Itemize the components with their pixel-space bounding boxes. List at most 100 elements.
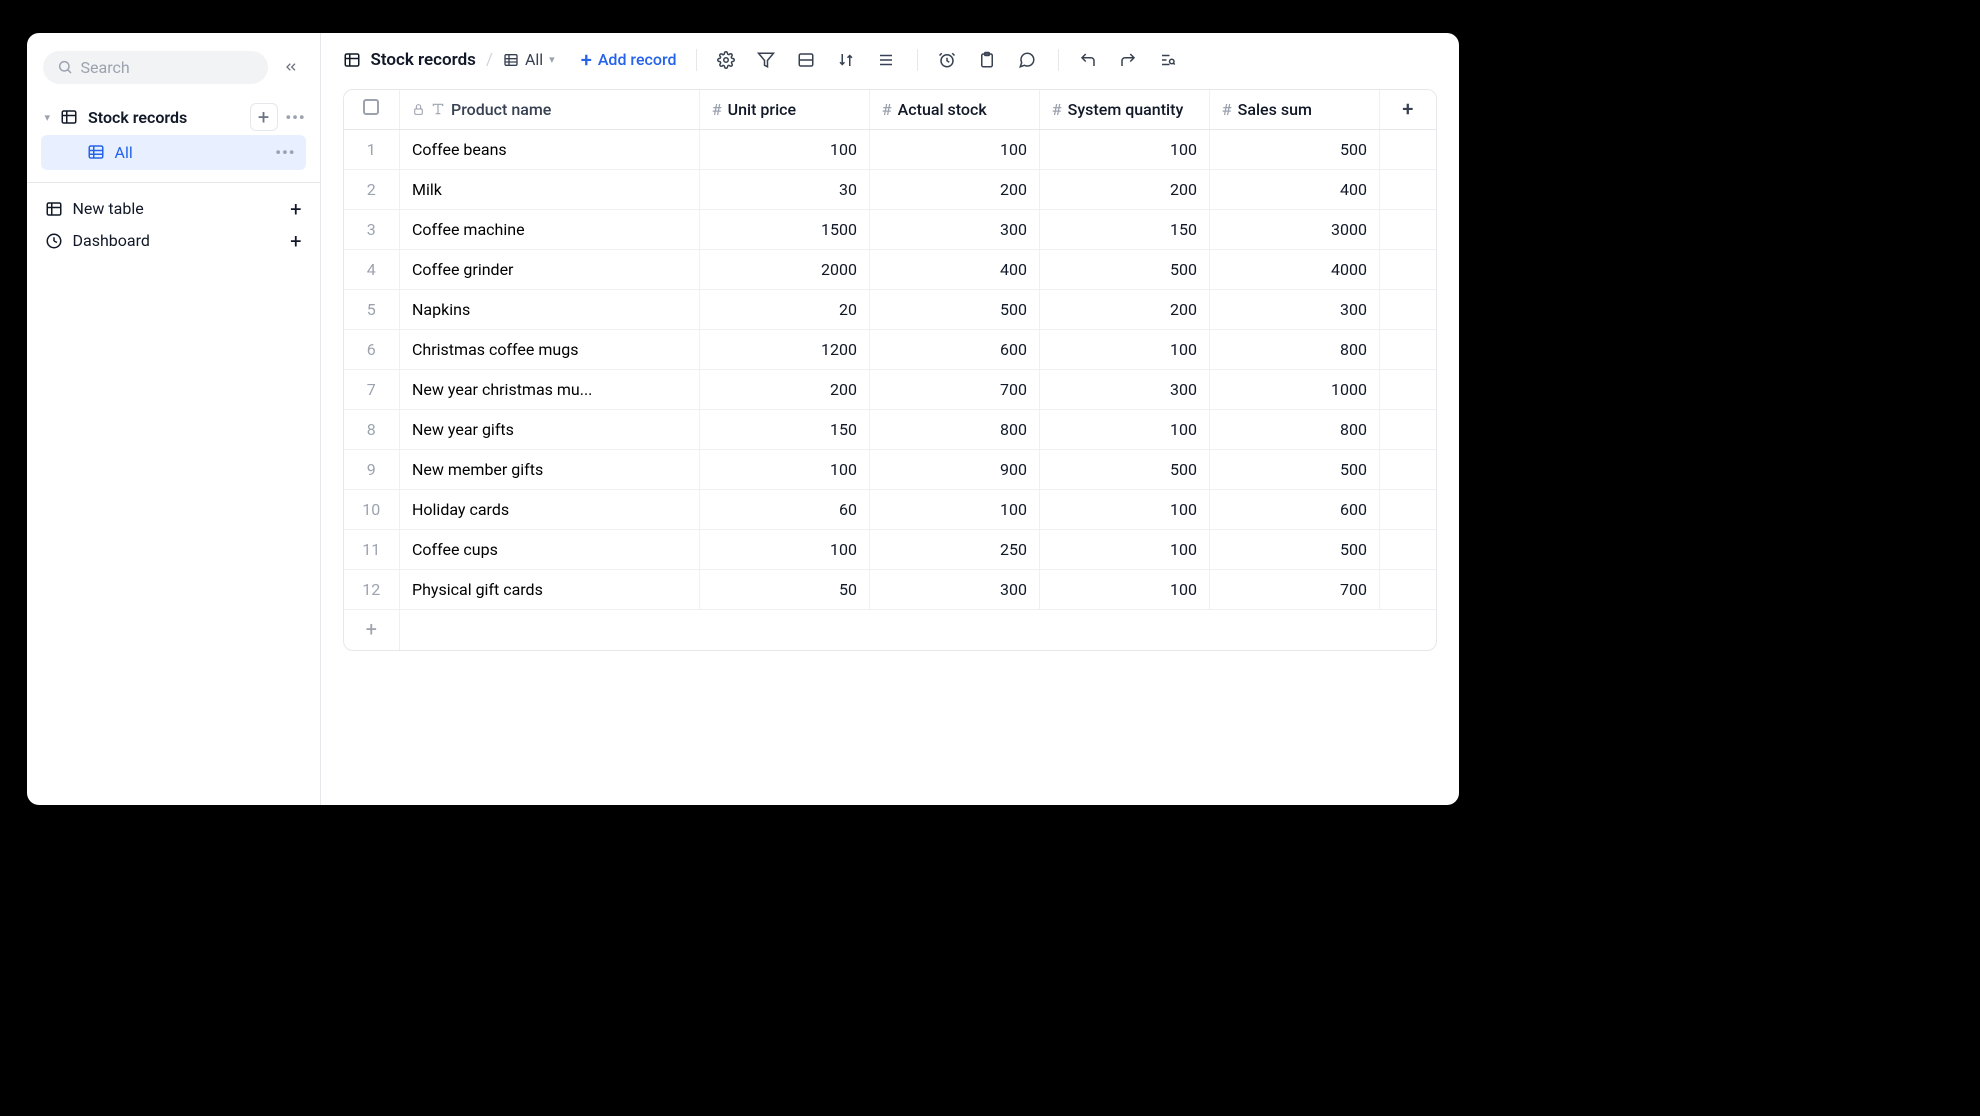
cell-sales-sum[interactable]: 3000: [1210, 210, 1380, 250]
breadcrumb-table-name[interactable]: Stock records: [371, 50, 476, 70]
table-row[interactable]: 12Physical gift cards50300100700: [344, 570, 1436, 610]
cell-sales-sum[interactable]: 800: [1210, 410, 1380, 450]
cell-product-name[interactable]: Coffee grinder: [400, 250, 700, 290]
cell-actual-stock[interactable]: 500: [870, 290, 1040, 330]
table-row[interactable]: 5Napkins20500200300: [344, 290, 1436, 330]
column-header-unit-price[interactable]: #Unit price: [700, 90, 870, 130]
collapse-sidebar-button[interactable]: [278, 54, 304, 80]
table-row[interactable]: 7New year christmas mu...2007003001000: [344, 370, 1436, 410]
form-button[interactable]: [976, 49, 998, 71]
cell-sales-sum[interactable]: 500: [1210, 530, 1380, 570]
cell-sales-sum[interactable]: 500: [1210, 450, 1380, 490]
cell-system-quantity[interactable]: 100: [1040, 410, 1210, 450]
cell-unit-price[interactable]: 30: [700, 170, 870, 210]
add-view-button[interactable]: +: [250, 103, 278, 131]
cell-system-quantity[interactable]: 100: [1040, 130, 1210, 170]
settings-button[interactable]: [715, 49, 737, 71]
table-row[interactable]: 10Holiday cards60100100600: [344, 490, 1436, 530]
cell-actual-stock[interactable]: 600: [870, 330, 1040, 370]
cell-unit-price[interactable]: 150: [700, 410, 870, 450]
cell-system-quantity[interactable]: 100: [1040, 530, 1210, 570]
table-row[interactable]: 8New year gifts150800100800: [344, 410, 1436, 450]
cell-actual-stock[interactable]: 400: [870, 250, 1040, 290]
add-row-button[interactable]: +: [344, 610, 1436, 650]
row-index[interactable]: 9: [344, 450, 400, 490]
cell-sales-sum[interactable]: 500: [1210, 130, 1380, 170]
table-row[interactable]: 4Coffee grinder20004005004000: [344, 250, 1436, 290]
cell-product-name[interactable]: New year gifts: [400, 410, 700, 450]
column-header-sales-sum[interactable]: #Sales sum: [1210, 90, 1380, 130]
table-row[interactable]: 3Coffee machine15003001503000: [344, 210, 1436, 250]
cell-actual-stock[interactable]: 100: [870, 130, 1040, 170]
cell-product-name[interactable]: Holiday cards: [400, 490, 700, 530]
column-header-actual-stock[interactable]: #Actual stock: [870, 90, 1040, 130]
cell-unit-price[interactable]: 2000: [700, 250, 870, 290]
cell-system-quantity[interactable]: 500: [1040, 450, 1210, 490]
cell-product-name[interactable]: Napkins: [400, 290, 700, 330]
row-index[interactable]: 6: [344, 330, 400, 370]
sidebar-view-all[interactable]: All •••: [41, 135, 306, 170]
cell-system-quantity[interactable]: 200: [1040, 170, 1210, 210]
cell-actual-stock[interactable]: 300: [870, 210, 1040, 250]
table-row[interactable]: 11Coffee cups100250100500: [344, 530, 1436, 570]
sidebar-dashboard[interactable]: Dashboard +: [37, 225, 310, 257]
cell-actual-stock[interactable]: 200: [870, 170, 1040, 210]
cell-product-name[interactable]: Physical gift cards: [400, 570, 700, 610]
filter-button[interactable]: [755, 49, 777, 71]
column-header-product-name[interactable]: Product name: [400, 90, 700, 130]
cell-sales-sum[interactable]: 400: [1210, 170, 1380, 210]
cell-unit-price[interactable]: 50: [700, 570, 870, 610]
cell-product-name[interactable]: Coffee machine: [400, 210, 700, 250]
column-header-system-quantity[interactable]: #System quantity: [1040, 90, 1210, 130]
redo-button[interactable]: [1117, 49, 1139, 71]
cell-system-quantity[interactable]: 150: [1040, 210, 1210, 250]
table-row[interactable]: 2Milk30200200400: [344, 170, 1436, 210]
cell-system-quantity[interactable]: 200: [1040, 290, 1210, 330]
add-column-button[interactable]: +: [1380, 90, 1436, 130]
sidebar-item-stock-records[interactable]: ▾ Stock records: [37, 102, 246, 133]
cell-unit-price[interactable]: 100: [700, 530, 870, 570]
sort-button[interactable]: [835, 49, 857, 71]
row-index[interactable]: 4: [344, 250, 400, 290]
row-index[interactable]: 7: [344, 370, 400, 410]
cell-actual-stock[interactable]: 700: [870, 370, 1040, 410]
cell-sales-sum[interactable]: 700: [1210, 570, 1380, 610]
cell-unit-price[interactable]: 1200: [700, 330, 870, 370]
cell-system-quantity[interactable]: 100: [1040, 570, 1210, 610]
row-index[interactable]: 12: [344, 570, 400, 610]
cell-product-name[interactable]: New year christmas mu...: [400, 370, 700, 410]
comment-button[interactable]: [1016, 49, 1038, 71]
cell-sales-sum[interactable]: 600: [1210, 490, 1380, 530]
cell-sales-sum[interactable]: 300: [1210, 290, 1380, 330]
table-more-button[interactable]: •••: [282, 103, 310, 131]
search-input[interactable]: Search: [43, 51, 268, 84]
cell-unit-price[interactable]: 20: [700, 290, 870, 330]
cell-system-quantity[interactable]: 300: [1040, 370, 1210, 410]
cell-product-name[interactable]: Milk: [400, 170, 700, 210]
row-index[interactable]: 2: [344, 170, 400, 210]
row-index[interactable]: 8: [344, 410, 400, 450]
view-selector[interactable]: All ▾: [503, 50, 555, 69]
row-height-button[interactable]: [875, 49, 897, 71]
cell-sales-sum[interactable]: 800: [1210, 330, 1380, 370]
sidebar-new-table[interactable]: New table +: [37, 193, 310, 225]
cell-actual-stock[interactable]: 250: [870, 530, 1040, 570]
table-row[interactable]: 9New member gifts100900500500: [344, 450, 1436, 490]
table-row[interactable]: 6Christmas coffee mugs1200600100800: [344, 330, 1436, 370]
add-record-button[interactable]: + Add record: [581, 50, 677, 70]
find-button[interactable]: [1157, 49, 1179, 71]
cell-system-quantity[interactable]: 100: [1040, 490, 1210, 530]
cell-unit-price[interactable]: 100: [700, 130, 870, 170]
cell-actual-stock[interactable]: 100: [870, 490, 1040, 530]
cell-unit-price[interactable]: 100: [700, 450, 870, 490]
reminder-button[interactable]: [936, 49, 958, 71]
table-row[interactable]: 1Coffee beans100100100500: [344, 130, 1436, 170]
cell-system-quantity[interactable]: 500: [1040, 250, 1210, 290]
row-index[interactable]: 5: [344, 290, 400, 330]
cell-unit-price[interactable]: 1500: [700, 210, 870, 250]
cell-unit-price[interactable]: 60: [700, 490, 870, 530]
cell-product-name[interactable]: Coffee beans: [400, 130, 700, 170]
row-index[interactable]: 10: [344, 490, 400, 530]
cell-product-name[interactable]: Coffee cups: [400, 530, 700, 570]
header-checkbox[interactable]: [344, 90, 400, 130]
